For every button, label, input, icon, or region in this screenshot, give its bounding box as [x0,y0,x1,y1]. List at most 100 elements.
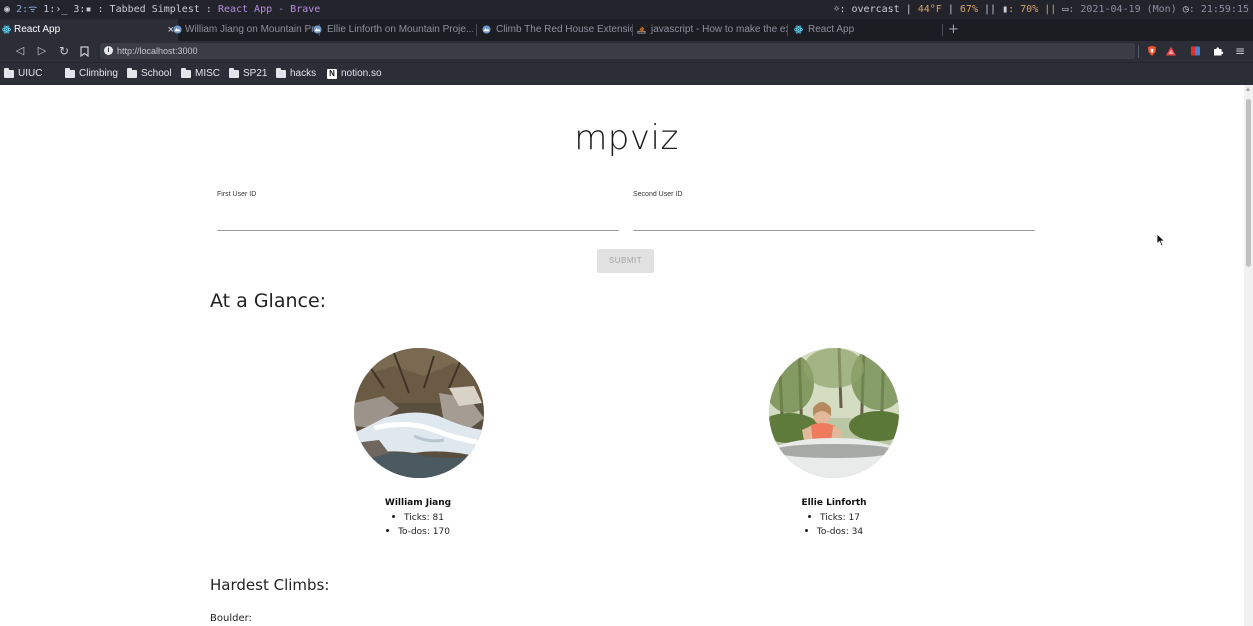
time: : 21:59:15 [1188,4,1249,15]
extensions-puzzle-icon[interactable] [1212,45,1224,57]
mouse-cursor-icon [1156,233,1166,247]
bookmark-climbing[interactable]: Climbing [65,63,118,85]
user-name-ellie: Ellie Linforth [801,498,867,508]
bookmark-icon[interactable] [76,43,92,59]
bookmark-hacks[interactable]: hacks [276,63,316,85]
mountain-project-icon [482,25,491,34]
bookmark-label: School [141,68,172,79]
ticks-text: Ticks: 17 [820,513,860,523]
bookmark-notion[interactable]: Nnotion.so [327,63,382,85]
folder-icon [229,68,239,78]
tab-react-app-2[interactable]: React App [790,19,940,41]
mem-separator: || [984,4,997,15]
tab-label: React App [14,24,61,35]
folder-icon [65,68,75,78]
user-name-william: William Jiang [384,498,452,508]
bookmark-misc[interactable]: MISC [181,63,220,85]
back-icon[interactable]: ◁ [12,43,28,59]
temperature: 44°F [917,4,942,15]
cpu-usage: 67% [959,4,978,15]
app-icon: ▪ [85,4,92,15]
tab-label: javascript - How to make the ex... [651,24,788,35]
bullet-icon [392,515,396,518]
extension-shield-icon[interactable] [1190,45,1202,57]
wm-left: ◉ 2:ᯤ 1:›_ 3:▪ : Tabbed Simplest : React… [4,0,320,19]
url-text: http://localhost:3000 [117,46,198,56]
address-bar[interactable]: i http://localhost:3000 [100,43,1135,59]
first-user-label: First User ID [217,191,257,198]
bookmark-sp21[interactable]: SP21 [229,63,267,85]
bookmark-uiuc[interactable]: UIUC [4,63,42,85]
menu-icon[interactable]: ≡ [1232,43,1248,59]
folder-icon [127,68,137,78]
at-a-glance-heading: At a Glance: [210,290,327,312]
todos-text: To-dos: 34 [816,527,864,537]
first-user-id-input[interactable] [217,209,619,229]
todos-text: To-dos: 170 [398,527,450,537]
forward-icon[interactable]: ▷ [34,43,50,59]
terminal-icon: ›_ [55,4,68,15]
mountain-project-icon [173,25,182,34]
bookmark-label: hacks [290,68,317,79]
brave-rewards-icon[interactable] [1165,45,1177,57]
brave-shields-icon[interactable] [1146,45,1158,57]
user-avatar-william [354,348,484,478]
user-todos-william: To-dos: 170 [318,527,518,537]
bullet-icon [386,529,390,532]
workspace-3[interactable]: 3: [73,4,85,15]
site-info-icon[interactable]: i [104,46,113,55]
bookmark-label: SP21 [243,68,268,79]
tab-label: Climb The Red House Extension... [496,24,632,35]
tab-strip: React App × William Jiang on Mountain Pr… [0,19,1253,41]
user-avatar-ellie [769,348,899,478]
folder-icon [4,68,14,78]
notion-icon: N [327,69,337,79]
tab-stackoverflow[interactable]: javascript - How to make the ex... [633,19,788,41]
window-manager-bar: ◉ 2:ᯤ 1:›_ 3:▪ : Tabbed Simplest : React… [0,0,1253,19]
page-title: mpviz [574,118,679,158]
tab-separator [787,24,788,36]
react-icon [794,25,803,34]
tab-red-house[interactable]: Climb The Red House Extension... [466,19,632,41]
hardest-climbs-heading: Hardest Climbs: [210,576,330,594]
second-user-id-input[interactable] [633,209,1035,229]
bullet-icon [808,515,812,518]
first-user-underline [217,230,619,231]
weather: : overcast | [839,4,912,15]
user-ticks-william: Ticks: 81 [318,513,518,523]
scrollbar-thumb[interactable] [1246,99,1251,267]
tab-label: Ellie Linforth on Mountain Proje... [327,24,473,35]
bookmark-school[interactable]: School [127,63,172,85]
bookmarks-bar: UIUC Climbing School MISC SP21 hacks Nno… [0,62,1253,85]
arch-icon: ◉ [4,4,11,15]
wifi-icon: ᯤ [28,4,38,15]
ticks-text: Ticks: 81 [404,513,444,523]
wm-right: ☼: overcast | 44°F | 67% || ▮: 70% || ▭:… [833,4,1249,15]
tab-ellie-linforth[interactable]: Ellie Linforth on Mountain Proje... [283,19,473,41]
new-tab-button[interactable]: + [948,19,959,41]
reload-icon[interactable]: ↻ [56,43,72,59]
mountain-project-icon [313,25,322,34]
second-user-underline [633,230,1035,231]
tab-react-app-active[interactable]: React App × [0,19,178,41]
page-viewport: mpviz First User ID Second User ID SUBMI… [0,85,1253,626]
date: : 2021-04-19 (Mon) [1068,4,1177,15]
divider [1138,45,1139,58]
boulder-label: Boulder: [210,613,252,624]
workspace-1[interactable]: 1: [43,4,55,15]
page-scrollbar[interactable] [1244,85,1253,626]
react-icon [2,25,11,34]
submit-button[interactable]: SUBMIT [597,249,654,273]
folder-icon [276,68,286,78]
bookmark-label: Climbing [79,68,118,79]
user-todos-ellie: To-dos: 34 [734,527,934,537]
window-prefix: : Tabbed Simplest : [97,4,218,15]
workspace-2[interactable]: 2: [16,4,28,15]
tab-label: React App [808,24,855,35]
folder-icon [181,68,191,78]
navigation-bar: ◁ ▷ ↻ i http://localhost:3000 ≡ [0,41,1253,62]
volume: : 70% || [1008,4,1057,15]
second-user-label: Second User ID [633,191,683,198]
window-title: React App - Brave [217,4,321,15]
scroll-up-icon[interactable] [1246,87,1250,91]
